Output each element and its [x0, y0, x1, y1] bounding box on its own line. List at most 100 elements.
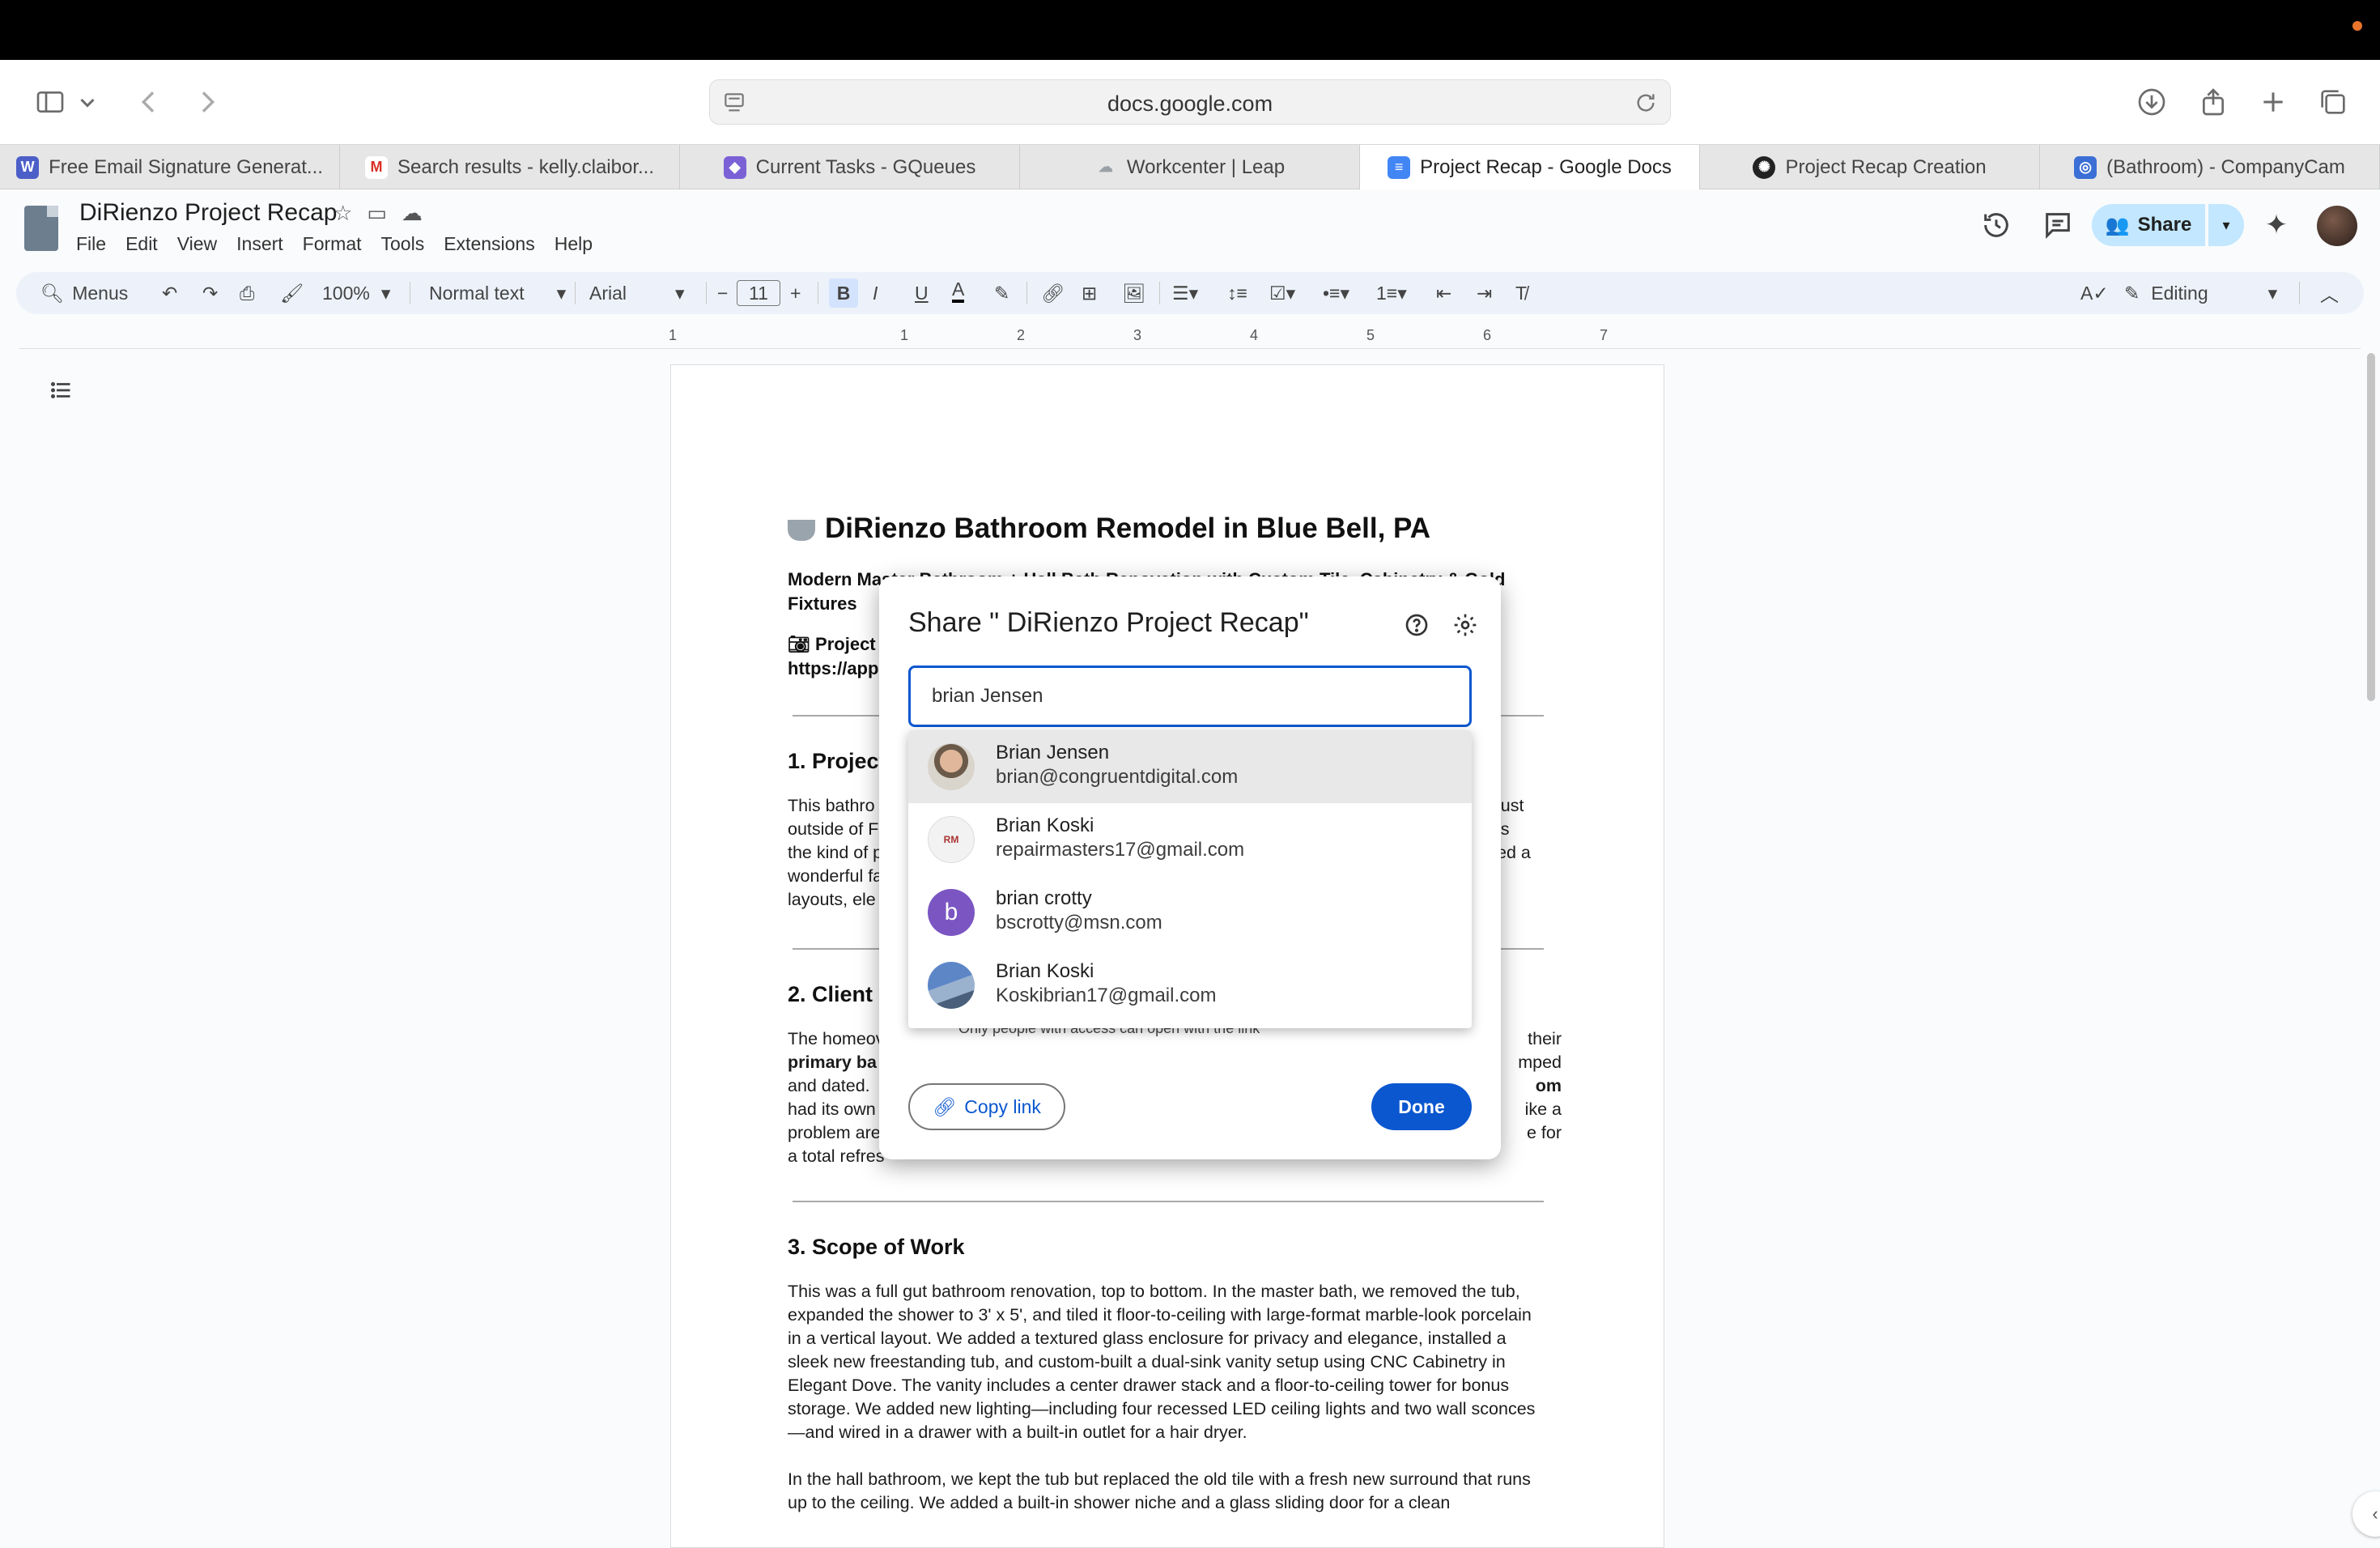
project-link[interactable]: 📷︎ Project https://app.: [788, 632, 884, 681]
chevron-down-icon[interactable]: [73, 79, 102, 125]
recording-indicator-icon: [2352, 21, 2362, 31]
reload-icon[interactable]: [1633, 90, 1659, 116]
clear-formatting-icon[interactable]: T̸: [1515, 279, 1527, 308]
decrease-font-size-icon[interactable]: −: [717, 279, 728, 308]
checklist-icon[interactable]: ☑▾: [1269, 279, 1295, 308]
font-select[interactable]: Arial ▾: [589, 279, 685, 308]
tab-leap[interactable]: ☁ Workcenter | Leap: [1020, 145, 1360, 189]
menu-format[interactable]: Format: [303, 233, 362, 255]
suggestion-item[interactable]: Brian Jensen brian@congruentdigital.com: [908, 730, 1472, 803]
cloud-saved-icon[interactable]: ☁: [402, 201, 423, 226]
openai-icon: ✺: [1753, 155, 1776, 179]
version-history-icon[interactable]: [1980, 209, 2012, 241]
highlight-color-icon[interactable]: ✎: [994, 279, 1009, 308]
user-avatar[interactable]: [2317, 206, 2357, 246]
caret-down-icon: ▾: [675, 282, 685, 304]
browser-tab-bar: W Free Email Signature Generat... M Search…: [0, 144, 2380, 189]
link-icon: 🔗︎: [933, 1095, 957, 1117]
sidebar-toggle-icon[interactable]: [28, 79, 73, 125]
menu-bar: File Edit View Insert Format Tools Exten…: [76, 233, 593, 255]
undo-icon[interactable]: ↶: [162, 279, 177, 308]
vertical-scrollbar[interactable]: [2367, 353, 2375, 701]
document-title[interactable]: DiRienzo Project Recap: [79, 199, 337, 227]
pencil-icon: ✎: [2124, 282, 2140, 304]
docs-logo-icon[interactable]: [24, 206, 58, 251]
people-suggestions-list: Brian Jensen brian@congruentdigital.com …: [908, 730, 1472, 1028]
line-spacing-icon[interactable]: ↕≡: [1227, 279, 1247, 308]
suggestion-item[interactable]: RM Brian Koski repairmasters17@gmail.com: [908, 803, 1472, 876]
paint-format-icon[interactable]: 🖌︎: [280, 279, 304, 308]
ruler: 1 1 2 3 4 5 6 7: [669, 327, 1609, 343]
move-folder-icon[interactable]: ▭: [367, 201, 387, 226]
new-tab-icon[interactable]: [2250, 79, 2296, 125]
tab-companycam[interactable]: ◎ (Bathroom) - CompanyCam: [2040, 145, 2380, 189]
align-icon[interactable]: ☰▾: [1172, 279, 1198, 308]
search-icon: 🔍︎: [40, 282, 65, 304]
downloads-icon[interactable]: [2129, 79, 2174, 125]
menu-help[interactable]: Help: [555, 233, 593, 255]
gear-icon[interactable]: [1452, 612, 1478, 638]
tab-overview-icon[interactable]: [2310, 79, 2356, 125]
menu-view[interactable]: View: [177, 233, 217, 255]
done-button[interactable]: Done: [1371, 1083, 1472, 1130]
spelling-icon[interactable]: A✓: [2080, 279, 2109, 308]
menu-tools[interactable]: Tools: [381, 233, 425, 255]
bold-icon[interactable]: B: [829, 279, 858, 308]
system-top-bar: [0, 0, 2380, 60]
decrease-indent-icon[interactable]: ⇤: [1436, 279, 1451, 308]
back-arrow-icon[interactable]: [126, 79, 172, 125]
forward-arrow-icon[interactable]: [185, 79, 230, 125]
scope-paragraph-1: This was a full gut bathroom renovation,…: [788, 1282, 1536, 1442]
menus-search[interactable]: 🔍︎ Menus: [40, 279, 128, 308]
tab-gmail-search[interactable]: M Search results - kelly.claibor...: [340, 145, 680, 189]
gqueues-icon: ◆: [723, 155, 746, 179]
editing-mode-select[interactable]: ✎ Editing ▾: [2124, 279, 2277, 308]
suggestion-item[interactable]: Brian Koski Koskibrian17@gmail.com: [908, 949, 1472, 1022]
tab-email-signature[interactable]: W Free Email Signature Generat...: [0, 145, 340, 189]
avatar: RM: [928, 816, 975, 863]
bulleted-list-icon[interactable]: •≡▾: [1323, 279, 1349, 308]
text-color-icon[interactable]: A: [952, 279, 965, 303]
add-people-input[interactable]: brian Jensen: [908, 666, 1472, 727]
divider: [793, 1201, 1544, 1202]
avatar: [928, 962, 975, 1009]
insert-image-icon[interactable]: 🖼︎: [1122, 279, 1145, 308]
print-icon[interactable]: ⎙: [240, 279, 254, 308]
google-docs-icon: ≡: [1388, 155, 1411, 179]
tab-google-docs[interactable]: ≡ Project Recap - Google Docs: [1360, 145, 1700, 189]
numbered-list-icon[interactable]: 1≡▾: [1376, 279, 1407, 308]
copy-link-button[interactable]: 🔗︎ Copy link: [908, 1083, 1065, 1130]
style-select[interactable]: Normal text ▾: [429, 279, 566, 308]
tab-chatgpt[interactable]: ✺ Project Recap Creation: [1700, 145, 2040, 189]
increase-font-size-icon[interactable]: +: [790, 279, 801, 308]
address-bar[interactable]: docs.google.com: [709, 79, 1671, 125]
comments-icon[interactable]: [2042, 209, 2074, 241]
increase-indent-icon[interactable]: ⇥: [1477, 279, 1492, 308]
section-heading: 3. Scope of Work: [788, 1235, 965, 1259]
document-outline-icon[interactable]: [47, 376, 76, 405]
redo-icon[interactable]: ↷: [202, 279, 218, 308]
leap-icon: ☁: [1098, 159, 1113, 175]
underline-icon[interactable]: U: [915, 279, 929, 308]
zoom-select[interactable]: 100% ▾: [322, 279, 390, 308]
menu-extensions[interactable]: Extensions: [444, 233, 535, 255]
star-icon[interactable]: ☆: [334, 201, 352, 226]
menu-file[interactable]: File: [76, 233, 106, 255]
font-size-input[interactable]: 11: [737, 280, 780, 306]
suggestion-item[interactable]: b brian crotty bscrotty@msn.com: [908, 876, 1472, 949]
menu-insert[interactable]: Insert: [236, 233, 283, 255]
help-icon[interactable]: [1404, 612, 1430, 638]
share-button[interactable]: 👥 Share: [2092, 204, 2205, 246]
add-comment-icon[interactable]: ⊞: [1082, 279, 1097, 308]
wisestamp-icon: W: [16, 155, 40, 179]
tab-gqueues[interactable]: ◆ Current Tasks - GQueues: [680, 145, 1020, 189]
format-toolbar: 🔍︎ Menus ↶ ↷ ⎙ 🖌︎ 100% ▾ Normal text ▾ Aria…: [16, 272, 2364, 314]
italic-icon[interactable]: I: [873, 279, 878, 308]
menu-edit[interactable]: Edit: [125, 233, 158, 255]
gmail-icon: M: [364, 155, 388, 179]
avatar: b: [928, 889, 975, 936]
share-icon[interactable]: [2191, 79, 2236, 125]
gemini-sparkle-icon[interactable]: ✦: [2260, 209, 2293, 241]
collapse-toolbar-icon[interactable]: ︿: [2320, 279, 2339, 308]
insert-link-icon[interactable]: 🔗︎: [1041, 279, 1065, 308]
